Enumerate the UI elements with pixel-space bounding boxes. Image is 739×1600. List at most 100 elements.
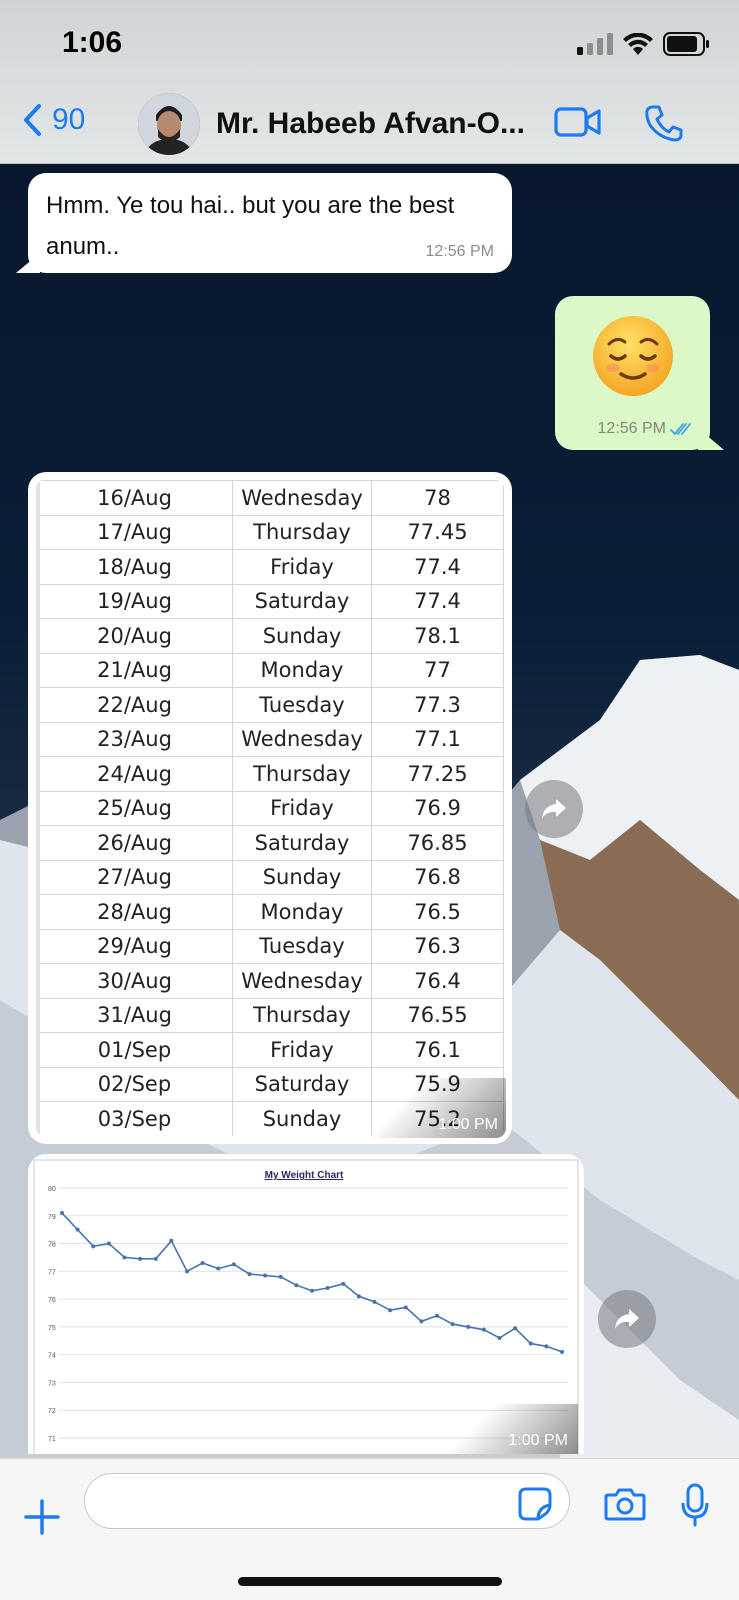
y-tick-label: 72	[48, 1408, 56, 1415]
table-row: 21/Aug Monday 77	[36, 652, 504, 688]
chevron-left-icon	[24, 104, 41, 136]
back-button[interactable]: 90	[22, 103, 85, 137]
contact-name[interactable]: Mr. Habeeb Afvan-O...	[216, 107, 525, 141]
sticker-icon	[518, 1487, 552, 1521]
data-point	[169, 1238, 174, 1243]
outgoing-message[interactable]: 12:56 PM	[555, 296, 724, 450]
contact-avatar[interactable]	[138, 93, 200, 155]
weight-cell: 78	[371, 480, 504, 516]
voice-note-button[interactable]	[680, 1483, 710, 1532]
day-cell: Friday	[232, 549, 372, 585]
unread-count: 90	[52, 103, 86, 136]
day-cell: Friday	[232, 790, 372, 826]
data-point	[450, 1322, 455, 1327]
weight-cell: 78.1	[371, 618, 504, 654]
weight-cell: 76.3	[371, 928, 504, 964]
table-row: 25/Aug Friday 76.9	[36, 790, 504, 826]
day-cell: Monday	[232, 652, 372, 688]
data-point	[419, 1319, 424, 1324]
table-row: 26/Aug Saturday 76.85	[36, 825, 504, 861]
data-point	[216, 1266, 221, 1271]
voice-call-button[interactable]	[644, 104, 684, 147]
microphone-icon	[681, 1483, 709, 1527]
data-point	[122, 1255, 127, 1260]
day-cell: Thursday	[232, 514, 372, 550]
day-cell: Tuesday	[232, 687, 372, 723]
sticker-button[interactable]	[518, 1487, 552, 1526]
y-tick-label: 80	[48, 1186, 56, 1193]
day-cell: Wednesday	[232, 480, 372, 516]
table-row: 20/Aug Sunday 78.1	[36, 618, 504, 654]
day-cell: Sunday	[232, 859, 372, 895]
message-input-field[interactable]	[84, 1473, 570, 1529]
data-point	[138, 1256, 143, 1261]
day-cell: Friday	[232, 1032, 372, 1068]
date-cell: 21/Aug	[36, 652, 233, 688]
data-point	[185, 1269, 189, 1274]
date-cell: 30/Aug	[36, 963, 233, 999]
table-row: 27/Aug Sunday 76.8	[36, 859, 504, 895]
date-cell: 24/Aug	[36, 756, 233, 792]
table-row: 01/Sep Friday 76.1	[36, 1032, 504, 1068]
date-cell: 16/Aug	[36, 480, 233, 516]
day-cell: Wednesday	[232, 721, 372, 757]
date-cell: 22/Aug	[36, 687, 233, 723]
table-row: 30/Aug Wednesday 76.4	[36, 963, 504, 999]
message-input[interactable]	[103, 1484, 483, 1520]
data-point	[294, 1283, 299, 1288]
data-point	[106, 1241, 111, 1246]
forward-arrow-icon	[615, 1309, 639, 1329]
incoming-message[interactable]: Hmm. Ye tou hai.. but you are the best a…	[16, 173, 512, 273]
date-cell: 19/Aug	[36, 583, 233, 619]
y-tick-label: 78	[48, 1242, 56, 1249]
weight-cell: 77.1	[371, 721, 504, 757]
data-point	[153, 1256, 158, 1261]
phone-icon	[645, 105, 683, 142]
day-cell: Sunday	[232, 618, 372, 654]
sheet-row-header-strip	[36, 480, 40, 1136]
message-time: 1:00 PM	[508, 1432, 568, 1449]
home-indicator	[238, 1577, 502, 1586]
y-tick-label: 71	[48, 1436, 56, 1443]
weight-cell: 77.3	[371, 687, 504, 723]
y-tick-label: 73	[48, 1380, 56, 1387]
forward-button[interactable]	[598, 1290, 656, 1348]
data-point	[231, 1262, 236, 1267]
weight-cell: 76.9	[371, 790, 504, 826]
date-cell: 27/Aug	[36, 859, 233, 895]
chart-image-message[interactable]: My Weight Chart 71 72 73 74 75 76 77 78 79 80 1:0…	[28, 1154, 584, 1454]
forward-button[interactable]	[525, 780, 583, 838]
weight-cell: 76.4	[371, 963, 504, 999]
avatar-photo	[138, 93, 200, 155]
data-point	[325, 1286, 330, 1290]
y-tick-label: 74	[48, 1353, 56, 1360]
table-row: 23/Aug Wednesday 77.1	[36, 721, 504, 757]
relieved-face-emoji	[593, 316, 673, 396]
day-cell: Saturday	[232, 1066, 372, 1102]
data-point	[528, 1341, 533, 1346]
table-row: 16/Aug Wednesday 78	[36, 480, 504, 516]
table-row: 31/Aug Thursday 76.55	[36, 997, 504, 1033]
table-row: 18/Aug Friday 77.4	[36, 549, 504, 585]
date-cell: 01/Sep	[36, 1032, 233, 1068]
day-cell: Sunday	[232, 1101, 372, 1136]
data-point	[497, 1336, 502, 1340]
chat-header: 1:06 90 Mr. Habeeb Afvan-O...	[0, 0, 739, 164]
video-call-button[interactable]	[554, 105, 602, 144]
data-point	[560, 1349, 564, 1354]
data-point	[200, 1261, 205, 1265]
date-cell: 02/Sep	[36, 1066, 233, 1102]
day-cell: Tuesday	[232, 928, 372, 964]
spreadsheet-image-message[interactable]: 16/Aug Wednesday 78 17/Aug Thursday 77.45 18/A…	[28, 472, 512, 1144]
weight-cell: 76.55	[371, 997, 504, 1033]
table-row: 28/Aug Monday 76.5	[36, 894, 504, 930]
data-point	[356, 1294, 361, 1299]
y-tick-label: 77	[48, 1269, 56, 1276]
data-point	[403, 1305, 408, 1310]
weight-cell: 76.1	[371, 1032, 504, 1068]
attach-button[interactable]	[24, 1499, 60, 1540]
camera-button[interactable]	[604, 1487, 646, 1526]
weight-cell: 77	[371, 652, 504, 688]
data-point	[263, 1273, 268, 1278]
status-icons	[577, 32, 709, 56]
